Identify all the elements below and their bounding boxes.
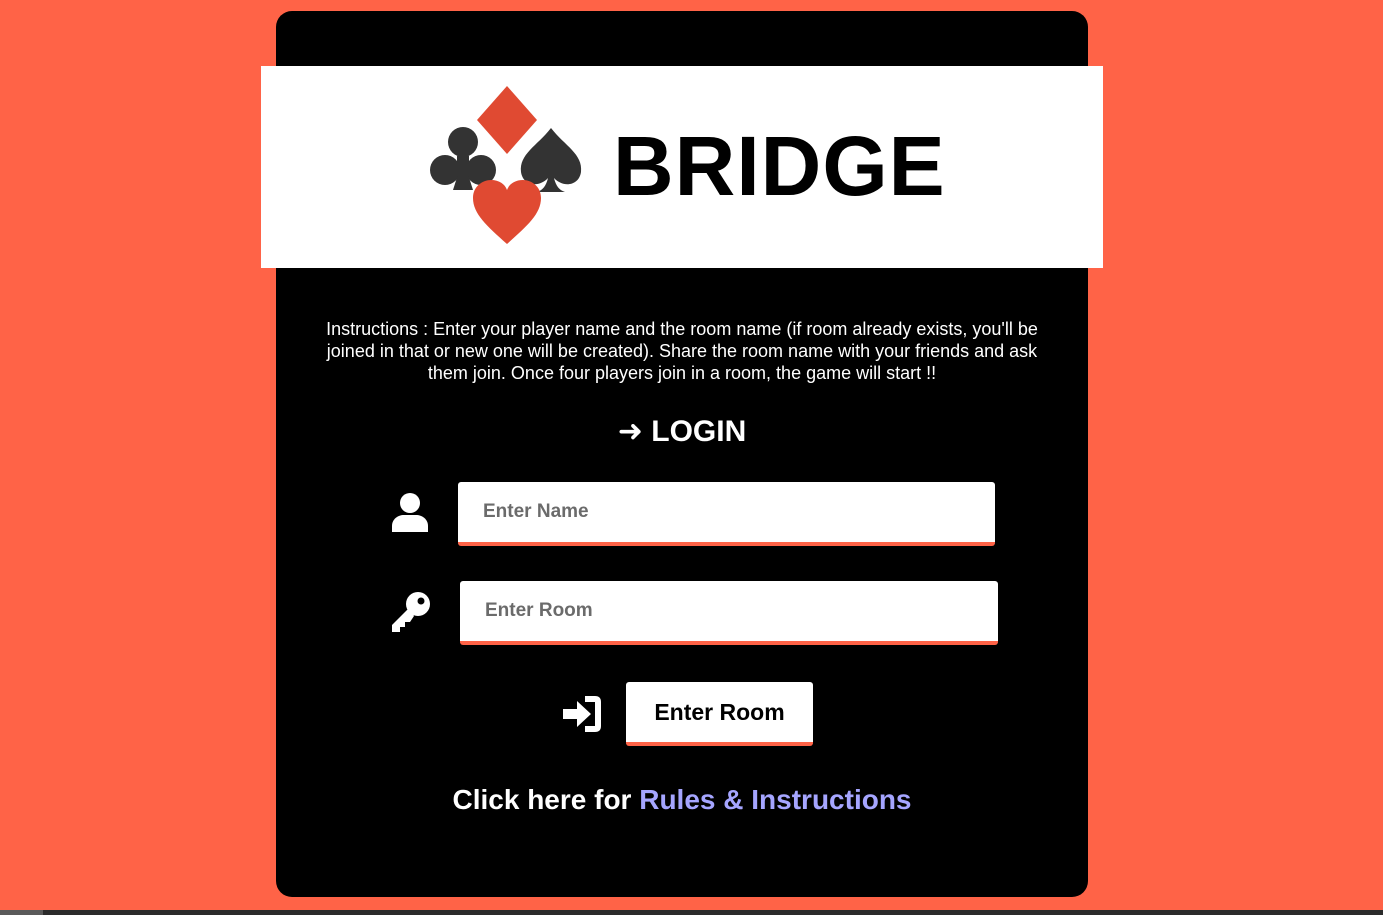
card-suits-logo-icon	[430, 86, 582, 244]
instructions-text: Instructions : Enter your player name an…	[326, 319, 1038, 383]
name-input[interactable]	[458, 482, 995, 546]
rules-line: Click here for Rules & Instructions	[276, 782, 1088, 818]
room-input[interactable]	[460, 581, 998, 645]
login-heading: ➜ LOGIN	[617, 415, 747, 448]
key-icon	[392, 592, 430, 632]
scrollbar-thumb[interactable]	[0, 910, 43, 915]
club-suit-icon	[430, 127, 496, 190]
heart-suit-icon	[473, 180, 541, 244]
horizontal-scrollbar[interactable]	[0, 910, 1383, 915]
user-icon	[392, 493, 428, 532]
logo-banner: BRIDGE	[261, 66, 1103, 268]
rules-prefix: Click here for	[452, 784, 640, 815]
app-title: BRIDGE	[613, 119, 946, 213]
diamond-suit-icon	[477, 86, 537, 154]
enter-room-button[interactable]: Enter Room	[626, 682, 813, 746]
sign-in-icon	[563, 696, 601, 732]
rules-link[interactable]: Rules & Instructions	[639, 784, 911, 815]
